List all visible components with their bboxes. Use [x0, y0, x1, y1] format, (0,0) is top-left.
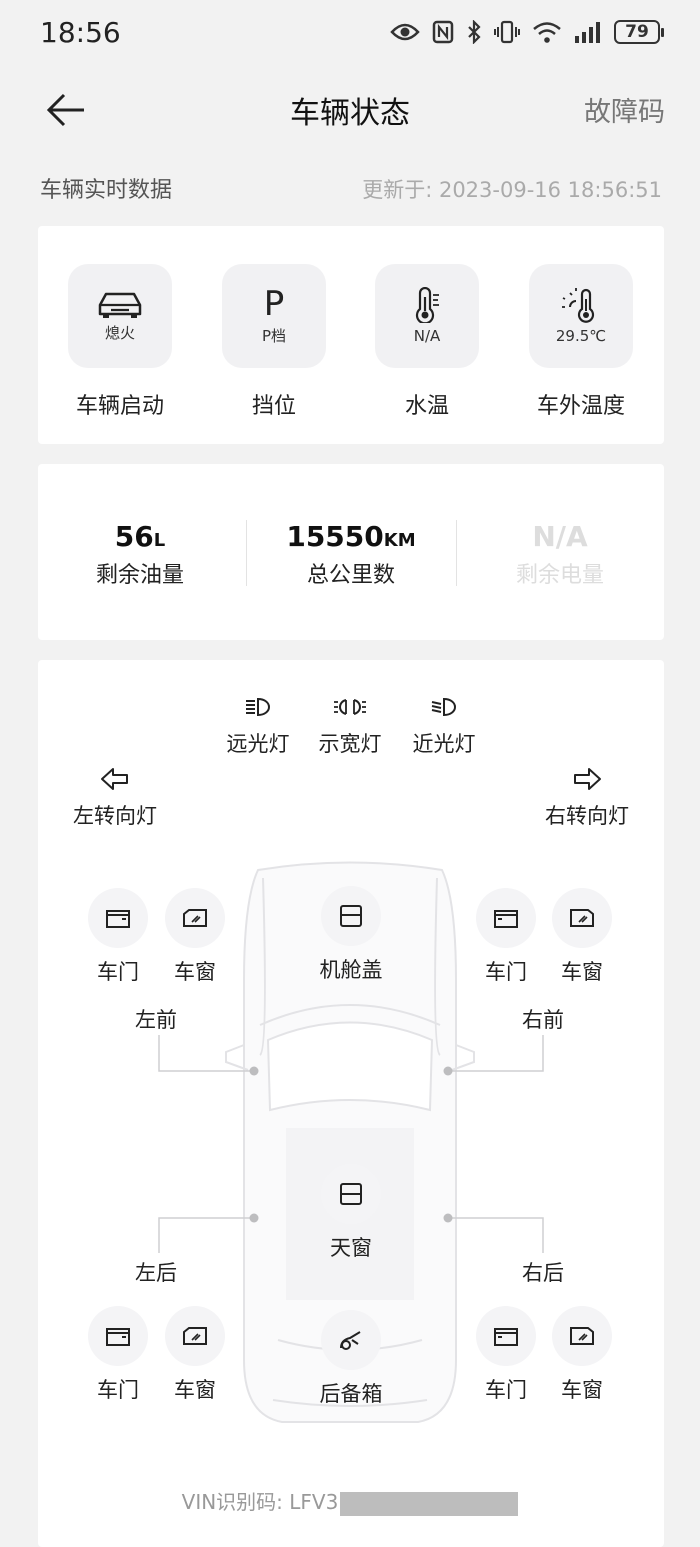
tile-value: 29.5℃ [555, 327, 607, 345]
hood-icon [340, 905, 362, 927]
door-icon [494, 1328, 518, 1346]
divider [246, 520, 247, 586]
tile-value: P档 [261, 326, 287, 345]
low-beam-light: 近光灯 [404, 694, 484, 758]
realtime-data-label: 车辆实时数据 [40, 178, 173, 203]
fuel-value: 56 [114, 520, 154, 553]
odometer-metric: 15550KM 总公里数 [251, 520, 451, 589]
fuel-unit: L [153, 530, 166, 551]
fault-code-button[interactable]: 故障码 [584, 90, 665, 129]
left-turn-light: 左转向灯 [60, 766, 170, 830]
rear-right-window[interactable]: 车窗 [552, 1306, 612, 1404]
high-beam-light: 远光灯 [218, 694, 298, 758]
front-right-window[interactable]: 车窗 [552, 888, 612, 986]
updated-timestamp: 更新于: 2023-09-16 18:56:51 [362, 178, 662, 202]
eye-icon [390, 23, 420, 41]
trunk-label: 后备箱 [319, 1382, 383, 1406]
vibrate-icon [494, 20, 520, 44]
sun-thermometer-icon [562, 288, 595, 323]
tile-label: 挡位 [251, 394, 296, 419]
battery-icon: 79 [614, 20, 664, 44]
rear-left-label: 左后 [135, 1261, 177, 1285]
door-label: 车门 [485, 1378, 527, 1402]
door-icon [494, 910, 518, 928]
window-icon [183, 909, 207, 927]
front-right-door[interactable]: 车门 [476, 888, 536, 986]
trunk-icon [340, 1331, 361, 1350]
rear-left-door[interactable]: 车门 [88, 1306, 148, 1404]
low-beam-label: 近光灯 [412, 732, 476, 756]
water-temp-tile: N/A 水温 [372, 264, 482, 420]
battery-value: N/A [532, 520, 588, 553]
position-light-icon [334, 699, 366, 715]
tile-value: N/A [413, 327, 441, 345]
bluetooth-icon [468, 20, 481, 44]
window-label: 车窗 [174, 1378, 216, 1402]
tile-label: 水温 [404, 394, 449, 419]
hood-label: 机舱盖 [319, 958, 383, 982]
fuel-label: 剩余油量 [95, 563, 184, 588]
sunroof[interactable]: 天窗 [310, 1164, 392, 1262]
window-icon [183, 1327, 207, 1345]
front-right-label: 右前 [522, 1008, 564, 1032]
status-tiles-card: 熄火 车辆启动 P P档 挡位 N/A 水温 29.5℃ 车外温度 [38, 226, 664, 444]
position-light: 示宽灯 [310, 694, 390, 758]
right-turn-label: 右转向灯 [545, 804, 629, 828]
divider [456, 520, 457, 586]
door-icon [106, 1328, 130, 1346]
vin-redaction [340, 1491, 519, 1516]
signal-icon [575, 22, 600, 43]
door-icon [106, 910, 130, 928]
right-turn-light: 右转向灯 [532, 766, 642, 830]
door-label: 车门 [97, 1378, 139, 1402]
battery-metric: N/A 剩余电量 [460, 520, 660, 589]
metrics-card: 56L 剩余油量 15550KM 总公里数 N/A 剩余电量 [38, 464, 664, 640]
rear-right-door[interactable]: 车门 [476, 1306, 536, 1404]
nfc-icon [432, 20, 454, 44]
door-label: 车门 [97, 960, 139, 984]
window-label: 车窗 [561, 1378, 603, 1402]
vehicle-diagram-card: 远光灯 示宽灯 近光灯 左转向灯 右转向灯 车门 车窗 左前 机舱盖 车门 车窗… [38, 660, 664, 1547]
front-left-window[interactable]: 车窗 [165, 888, 225, 986]
left-turn-label: 左转向灯 [73, 804, 157, 828]
high-beam-label: 远光灯 [226, 732, 290, 756]
tile-label: 车外温度 [536, 394, 625, 419]
gear-p-icon: P [263, 283, 285, 324]
hood[interactable]: 机舱盖 [310, 886, 392, 984]
position-light-label: 示宽灯 [318, 732, 382, 756]
window-icon [570, 1327, 594, 1345]
window-label: 车窗 [561, 960, 603, 984]
vin-row: VIN识别码: LFV3 [0, 1486, 700, 1516]
high-beam-icon [246, 697, 271, 717]
car-icon [98, 292, 142, 318]
arrow-right-outline-icon [574, 768, 601, 790]
odometer-label: 总公里数 [306, 563, 395, 588]
gear-tile: P P档 挡位 [219, 264, 329, 420]
low-beam-icon [431, 697, 457, 717]
tile-label: 车辆启动 [75, 394, 164, 419]
odometer-unit: KM [383, 530, 416, 551]
outside-temp-tile: 29.5℃ 车外温度 [526, 264, 636, 420]
status-time: 18:56 [40, 16, 121, 49]
rear-right-label: 右后 [522, 1261, 564, 1285]
sunroof-label: 天窗 [330, 1236, 372, 1260]
battery-label: 剩余电量 [515, 563, 604, 588]
status-icons: 79 [390, 20, 664, 44]
arrow-left-outline-icon [101, 768, 128, 790]
odometer-value: 15550 [286, 520, 384, 553]
rear-left-window[interactable]: 车窗 [165, 1306, 225, 1404]
fuel-metric: 56L 剩余油量 [40, 520, 240, 589]
door-label: 车门 [485, 960, 527, 984]
window-label: 车窗 [174, 960, 216, 984]
wifi-icon [533, 22, 561, 43]
window-icon [570, 909, 594, 927]
engine-start-tile: 熄火 车辆启动 [65, 264, 175, 420]
sunroof-icon [340, 1183, 362, 1205]
vin-label: VIN识别码: LFV3 [181, 1490, 339, 1514]
thermometer-icon [415, 287, 439, 323]
front-left-door[interactable]: 车门 [88, 888, 148, 986]
front-left-label: 左前 [135, 1008, 177, 1032]
trunk[interactable]: 后备箱 [310, 1310, 392, 1408]
tile-value: 熄火 [104, 323, 135, 342]
